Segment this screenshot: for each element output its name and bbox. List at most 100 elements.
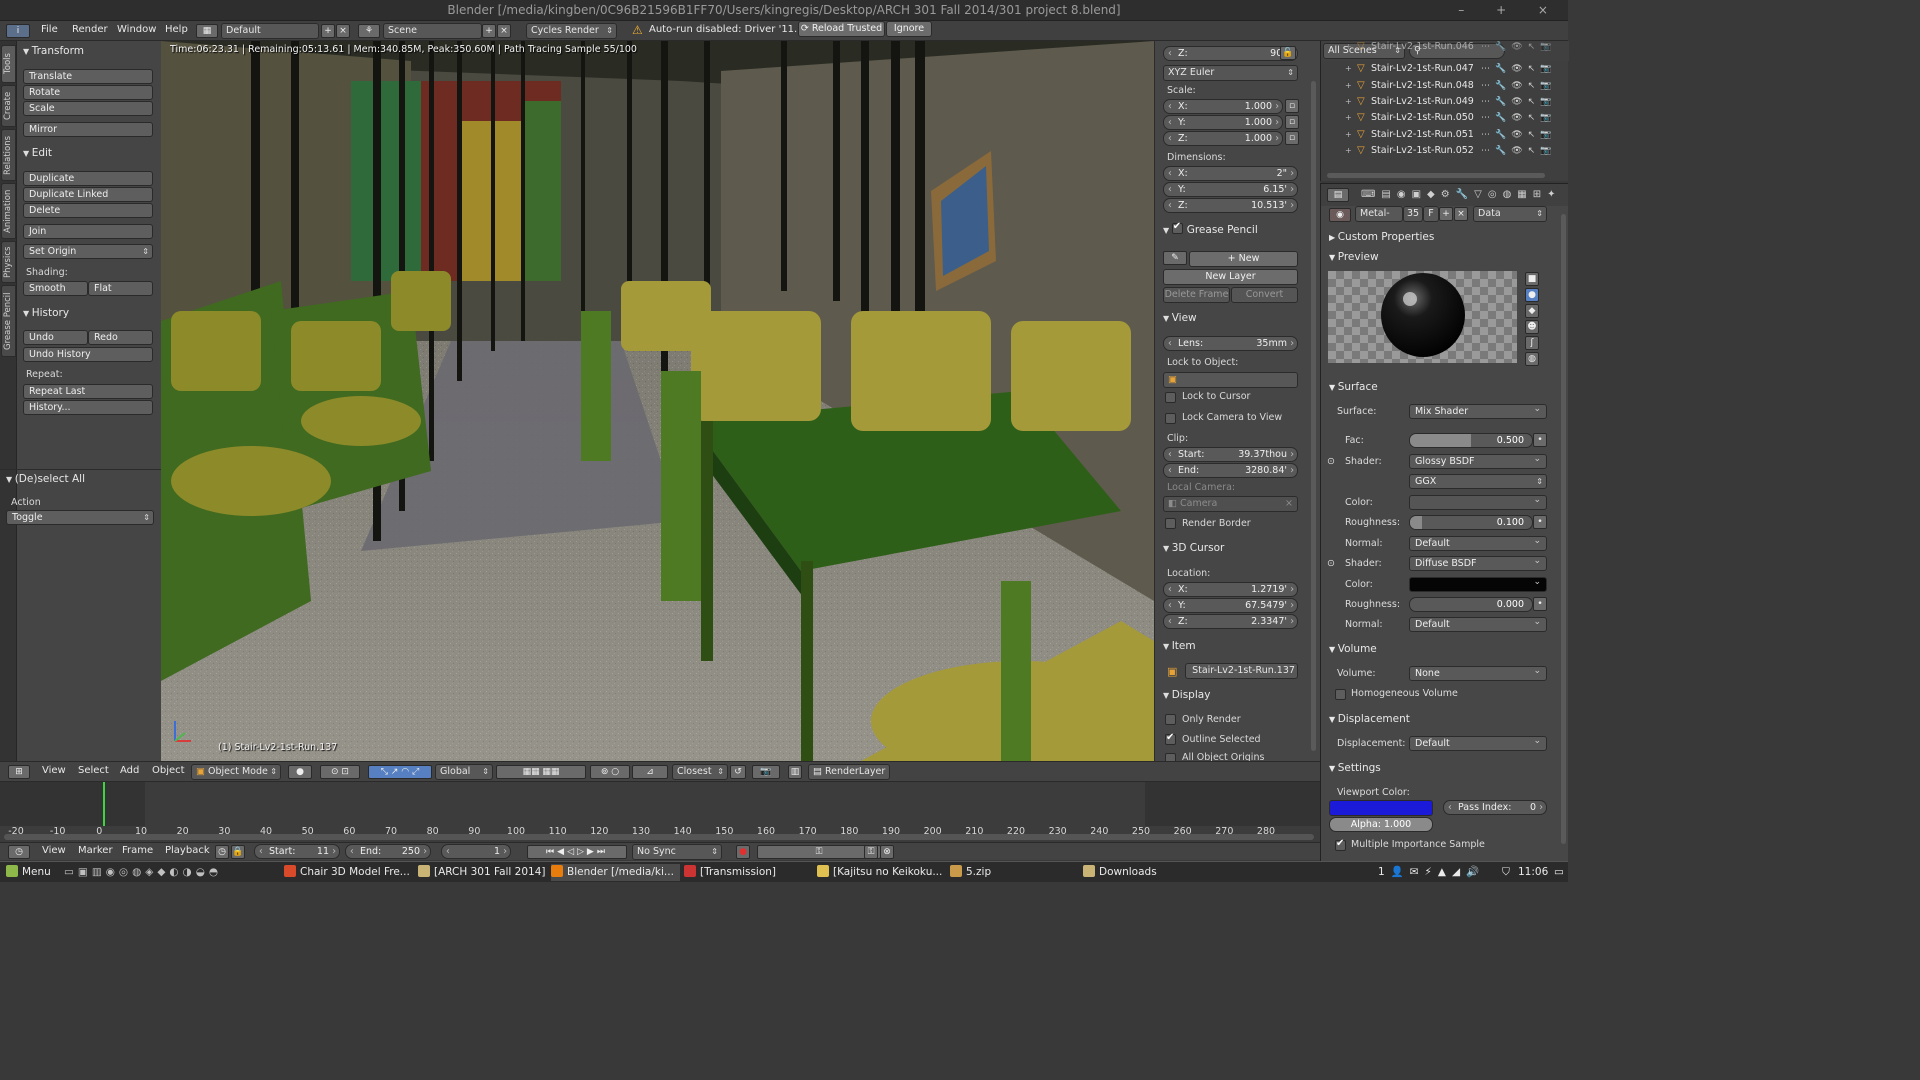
visibility-icons[interactable]: ⋯🔧👁↖📷	[1481, 61, 1556, 77]
visibility-icons[interactable]: ⋯🔧👁↖📷	[1481, 110, 1556, 126]
task-downloads[interactable]: Downloads	[1083, 864, 1157, 881]
expand-icon[interactable]: +	[1345, 127, 1352, 143]
3d-viewport[interactable]: Time:06:23.31 | Remaining:05:13.61 | Mem…	[161, 41, 1154, 761]
item-panel-header[interactable]: Item	[1163, 640, 1196, 652]
preview-type-buttons[interactable]: ■ ● ◆ ☻ ʃ ◍	[1525, 272, 1545, 370]
material-name-field[interactable]: Metal-	[1355, 206, 1403, 222]
keying-set-field[interactable]: ⚿	[757, 845, 881, 859]
scale-z-field[interactable]: Z: 1.000	[1163, 131, 1283, 146]
display-panel-header[interactable]: Display	[1163, 689, 1211, 701]
task-arch-folder[interactable]: [ARCH 301 Fall 2014]	[418, 864, 546, 881]
scale-y-field[interactable]: Y: 1.000	[1163, 115, 1283, 130]
roughness2-socket-icon[interactable]: •	[1533, 597, 1547, 611]
outliner-row[interactable]: + ▽ Stair-Lv2-1st-Run.050 ⋯🔧👁↖📷	[1321, 110, 1569, 126]
redo-button[interactable]: Redo	[88, 330, 153, 345]
expand-icon[interactable]: +	[1345, 143, 1352, 159]
3d-editor-type-icon[interactable]: ⊞	[8, 765, 30, 779]
dimension-x-field[interactable]: X: 2"	[1163, 166, 1298, 181]
pass-index-field[interactable]: Pass Index: 0	[1443, 800, 1547, 815]
custom-properties-header[interactable]: Custom Properties	[1329, 231, 1435, 243]
outliner-row-name[interactable]: Stair-Lv2-1st-Run.048	[1371, 78, 1474, 94]
surface-header[interactable]: Surface	[1329, 381, 1378, 393]
local-camera-field[interactable]: ◧ Camera ×	[1163, 496, 1298, 512]
outliner-row-name[interactable]: Stair-Lv2-1st-Run.049	[1371, 94, 1474, 110]
menu-render[interactable]: Render	[72, 24, 108, 35]
fac-slider[interactable]: 0.500	[1409, 433, 1533, 448]
lock-camera-checkbox[interactable]	[1165, 413, 1176, 424]
lock-scale-x-icon[interactable]: ▫	[1285, 99, 1299, 113]
add-menu[interactable]: Add	[120, 765, 139, 776]
task-kajitsu[interactable]: [Kajitsu no Keikoku...	[817, 864, 942, 881]
insert-keyframe-icon[interactable]: ⚿	[864, 845, 878, 859]
operator-panel-header[interactable]: (De)select All	[6, 473, 85, 485]
outliner-row[interactable]: + ▽ Stair-Lv2-1st-Run.052 ⋯🔧👁↖📷	[1321, 143, 1569, 159]
rotation-z-field[interactable]: Z:90°	[1163, 46, 1298, 61]
orientation-select[interactable]: Global	[435, 764, 493, 780]
render-engine-select[interactable]: Cycles Render	[526, 23, 617, 39]
roughness1-socket-icon[interactable]: •	[1533, 515, 1547, 529]
menu-file[interactable]: File	[41, 24, 58, 35]
pivot-icons[interactable]: ⊙ ⊡	[320, 765, 360, 779]
show-desktop-icon[interactable]: ▭	[1554, 864, 1564, 881]
glossy-color-field[interactable]	[1409, 494, 1547, 510]
material-slot-icon[interactable]: ◉	[1329, 208, 1351, 222]
cursor-y-field[interactable]: Y: 67.5479'	[1163, 598, 1298, 613]
timeline-scrollbar[interactable]	[4, 834, 1314, 840]
panel-edit-header[interactable]: Edit	[23, 147, 52, 159]
expand-icon[interactable]: +	[1345, 39, 1352, 55]
task-blender[interactable]: Blender [/media/ki...	[551, 864, 680, 881]
preview-cube-icon[interactable]: ◆	[1525, 304, 1539, 318]
flat-button[interactable]: Flat	[88, 281, 153, 296]
timeline[interactable]: -20 -10 0 10 20 30 40 50 60 70 80 90 100 110 120 130 140…	[0, 781, 1320, 842]
displacement-select[interactable]: Default	[1409, 735, 1547, 751]
render-layer-field[interactable]: ▤ RenderLayer	[808, 764, 890, 780]
end-frame-field[interactable]: End: 250	[345, 844, 431, 859]
object-menu[interactable]: Object	[152, 765, 185, 776]
dimension-z-field[interactable]: Z: 10.513'	[1163, 198, 1298, 213]
rotation-mode-select[interactable]: XYZ Euler	[1163, 65, 1298, 81]
outliner-row[interactable]: + ▽ Stair-Lv2-1st-Run.047 ⋯🔧👁↖📷	[1321, 61, 1569, 77]
normal2-select[interactable]: Default	[1409, 616, 1547, 632]
timeline-frame-menu[interactable]: Frame	[122, 845, 153, 856]
scale-button[interactable]: Scale	[23, 101, 153, 116]
new-material-icon[interactable]: +	[1439, 207, 1453, 221]
lock-scale-y-icon[interactable]: ▫	[1285, 115, 1299, 129]
ignore-button[interactable]: Ignore	[886, 21, 932, 37]
add-layout-icon[interactable]: +	[321, 24, 335, 38]
preview-sphere-icon[interactable]: ●	[1525, 288, 1539, 302]
task-zip[interactable]: 5.zip	[950, 864, 991, 881]
outliner-hscrollbar[interactable]	[1327, 173, 1545, 178]
sync-select[interactable]: No Sync	[632, 844, 722, 860]
action-select[interactable]: Toggle	[6, 510, 154, 525]
reload-trusted-button[interactable]: ⟳ Reload Trusted	[798, 21, 885, 37]
convert-button[interactable]: Convert	[1231, 287, 1298, 303]
set-origin-select[interactable]: Set Origin	[23, 244, 153, 259]
dimension-y-field[interactable]: Y: 6.15'	[1163, 182, 1298, 197]
surface-shader-select[interactable]: Mix Shader	[1409, 403, 1547, 419]
menu-window[interactable]: Window	[117, 24, 156, 35]
clock[interactable]: 11:06	[1518, 864, 1548, 881]
new-layer-button[interactable]: New Layer	[1163, 269, 1298, 285]
timeline-view-menu[interactable]: View	[42, 845, 66, 856]
record-icon[interactable]: ●	[736, 845, 750, 859]
render-border-checkbox[interactable]	[1165, 518, 1176, 529]
expand-icon[interactable]: +	[1345, 61, 1352, 77]
smooth-button[interactable]: Smooth	[23, 281, 88, 296]
outliner-row[interactable]: + ▽ Stair-Lv2-1st-Run.046 ⋯🔧👁↖📷	[1321, 39, 1569, 55]
undo-button[interactable]: Undo	[23, 330, 88, 345]
snap-toggle-icon[interactable]: ⊿	[632, 765, 668, 779]
render-region-icon[interactable]: ▥	[788, 765, 802, 779]
playback-controls[interactable]: ⏮◀◁▷▶⏭	[527, 845, 627, 859]
panel-history-header[interactable]: History	[23, 307, 69, 319]
all-origins-checkbox[interactable]	[1165, 753, 1176, 761]
tab-grease-pencil[interactable]: Grease Pencil	[1, 285, 16, 357]
tab-tools[interactable]: Tools	[1, 45, 16, 83]
quick-launch-icons[interactable]: ▭▣▥◉◎◍◈◆◐◑◒◓	[64, 864, 222, 881]
manipulator-icons[interactable]: ⤡ ↗ ◠ ⤢	[368, 765, 432, 779]
displacement-header[interactable]: Displacement	[1329, 713, 1410, 725]
proportional-icons[interactable]: ⊚ ○	[590, 765, 630, 779]
task-chair-model[interactable]: Chair 3D Model Fre...	[284, 864, 410, 881]
lock-icon[interactable]: 🔓	[1280, 46, 1296, 60]
npanel-scrollbar[interactable]	[1311, 81, 1316, 751]
properties-editor-icon[interactable]: ▤	[1327, 188, 1349, 202]
